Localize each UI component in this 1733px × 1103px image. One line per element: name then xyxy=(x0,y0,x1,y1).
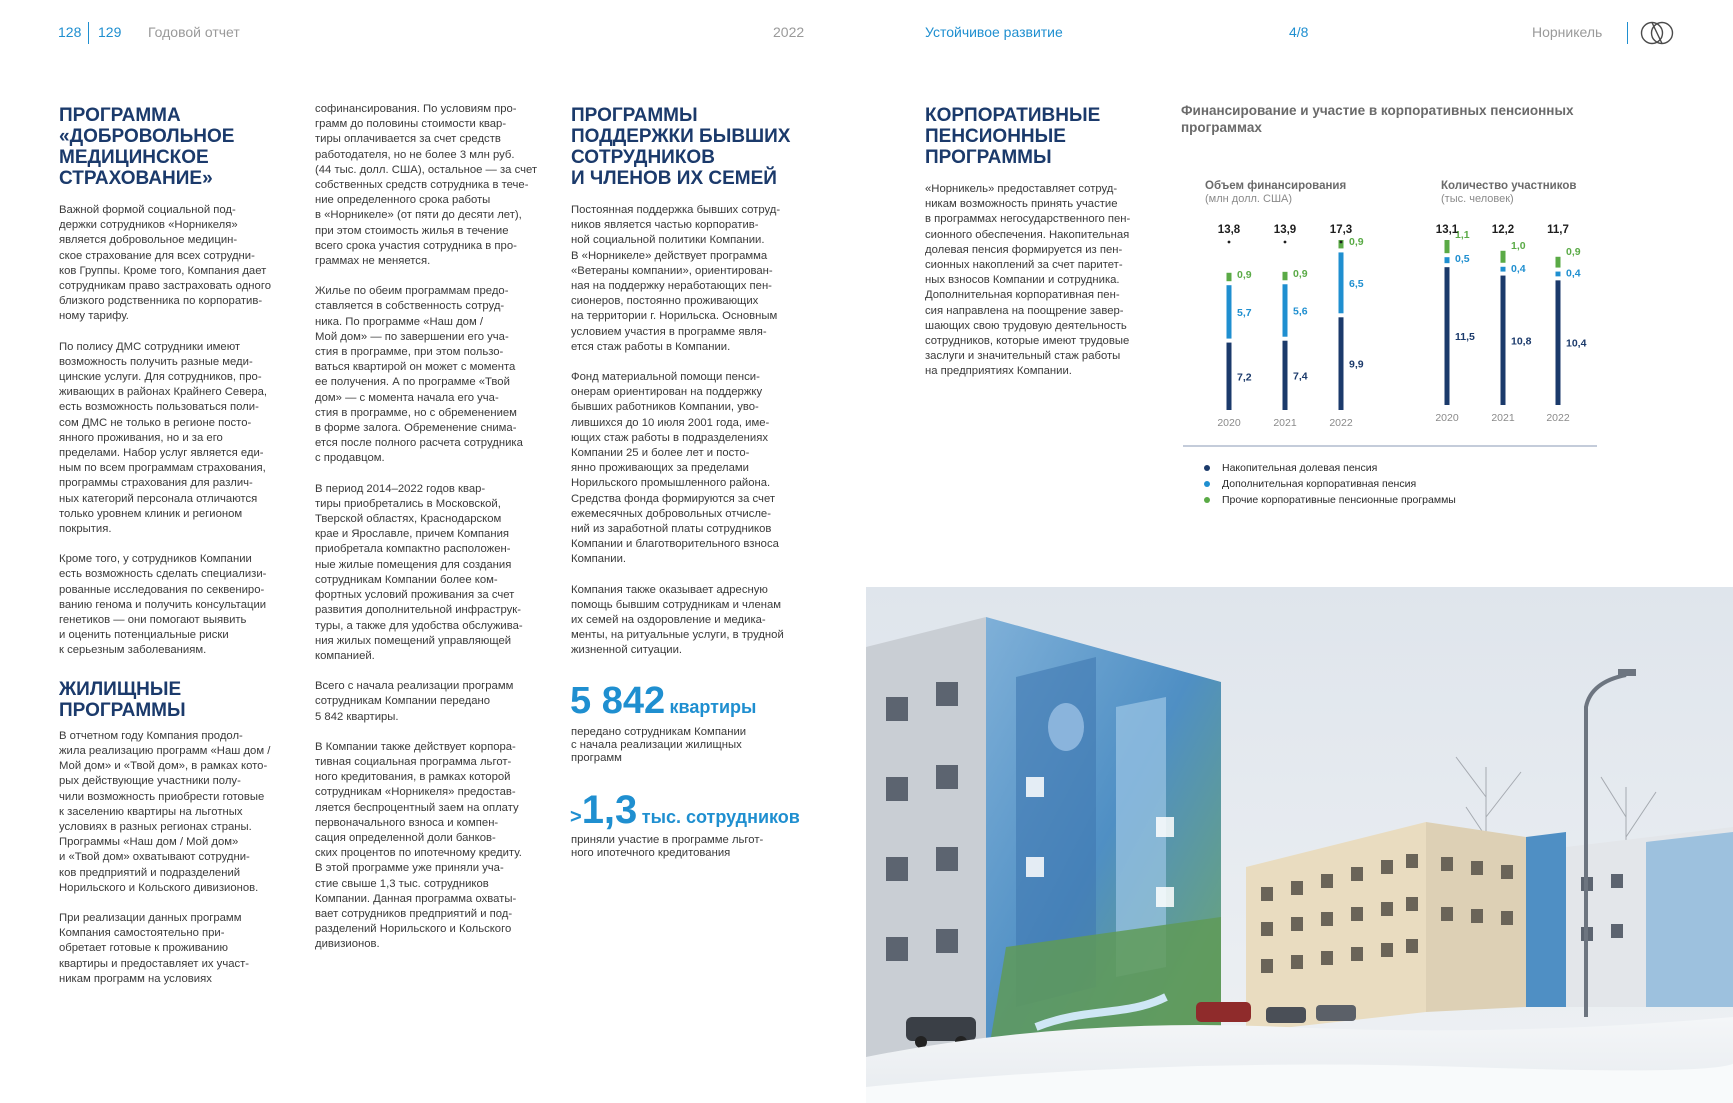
chart-subtitle: (тыс. человек) xyxy=(1441,193,1514,205)
bar-value-label: 1,0 xyxy=(1511,240,1526,252)
category-tick-label: 2020 xyxy=(1217,417,1241,429)
bar-total-label: 13,9 xyxy=(1274,224,1296,236)
category-tick-label: 2022 xyxy=(1546,412,1570,424)
total-marker-dot xyxy=(1339,240,1343,244)
bar-segment xyxy=(1282,284,1288,337)
bar-value-label: 0,4 xyxy=(1511,263,1526,275)
category-tick-label: 2021 xyxy=(1273,417,1297,429)
bar-segment xyxy=(1444,240,1450,254)
bar-value-label: 0,5 xyxy=(1455,253,1470,265)
bar-value-label: 0,9 xyxy=(1349,236,1364,248)
bar-value-label: 10,8 xyxy=(1511,335,1532,347)
chart-title: Объем финансирования xyxy=(1205,180,1346,192)
bar-value-label: 0,9 xyxy=(1237,269,1252,281)
bar-segment xyxy=(1226,285,1232,339)
chart-subtitle: (млн долл. США) xyxy=(1205,193,1292,205)
mural-buildings-photo xyxy=(866,587,1733,1103)
bar-total-label: 12,2 xyxy=(1492,224,1514,236)
legend-label: Накопительная долевая пенсия xyxy=(1222,462,1378,474)
bar-value-label: 0,4 xyxy=(1566,268,1581,280)
bar-value-label: 0,9 xyxy=(1293,268,1308,280)
bar-value-label: 7,4 xyxy=(1293,370,1308,382)
legend-dot-icon xyxy=(1204,497,1210,503)
bar-value-label: 11,5 xyxy=(1455,331,1475,343)
bar-value-label: 6,5 xyxy=(1349,278,1364,290)
bar-segment xyxy=(1226,342,1232,410)
category-tick-label: 2022 xyxy=(1329,417,1353,429)
bar-segment xyxy=(1555,280,1561,405)
bar-value-label: 5,7 xyxy=(1237,307,1252,319)
bar-total-label: 13,1 xyxy=(1436,224,1459,236)
bar-segment xyxy=(1282,340,1288,410)
bar-segment xyxy=(1555,256,1561,268)
chart-legend: Накопительная долевая пенсия Дополнитель… xyxy=(1204,460,1456,508)
bar-segment xyxy=(1500,250,1506,263)
bar-segment xyxy=(1500,275,1506,405)
bar-value-label: 9,9 xyxy=(1349,359,1364,371)
bar-segment xyxy=(1338,252,1344,314)
legend-label: Прочие корпоративные пенсионные программ… xyxy=(1222,494,1456,506)
bar-total-label: 13,8 xyxy=(1218,224,1241,236)
bar-value-label: 5,6 xyxy=(1293,305,1308,317)
legend-dot-icon xyxy=(1204,465,1210,471)
bar-segment xyxy=(1282,271,1288,281)
total-marker-dot xyxy=(1283,240,1287,244)
bar-total-label: 17,3 xyxy=(1330,224,1352,236)
bar-segment xyxy=(1444,267,1450,405)
category-tick-label: 2021 xyxy=(1491,412,1515,424)
bar-value-label: 10,4 xyxy=(1566,338,1587,350)
bar-value-label: 7,2 xyxy=(1237,371,1252,383)
category-tick-label: 2020 xyxy=(1435,412,1459,424)
legend-item: Дополнительная корпоративная пенсия xyxy=(1204,476,1456,492)
legend-item: Прочие корпоративные пенсионные программ… xyxy=(1204,492,1456,508)
chart-title: Количество участников xyxy=(1441,180,1576,192)
bar-segment xyxy=(1500,266,1506,272)
total-marker-dot xyxy=(1227,240,1231,244)
legend-label: Дополнительная корпоративная пенсия xyxy=(1222,478,1417,490)
bar-segment xyxy=(1338,317,1344,410)
bar-segment xyxy=(1226,272,1232,282)
legend-item: Накопительная долевая пенсия xyxy=(1204,460,1456,476)
bar-total-label: 11,7 xyxy=(1547,224,1569,236)
bar-segment xyxy=(1555,271,1561,277)
bar-value-label: 0,9 xyxy=(1566,246,1581,258)
bar-segment xyxy=(1444,257,1450,264)
legend-dot-icon xyxy=(1204,481,1210,487)
